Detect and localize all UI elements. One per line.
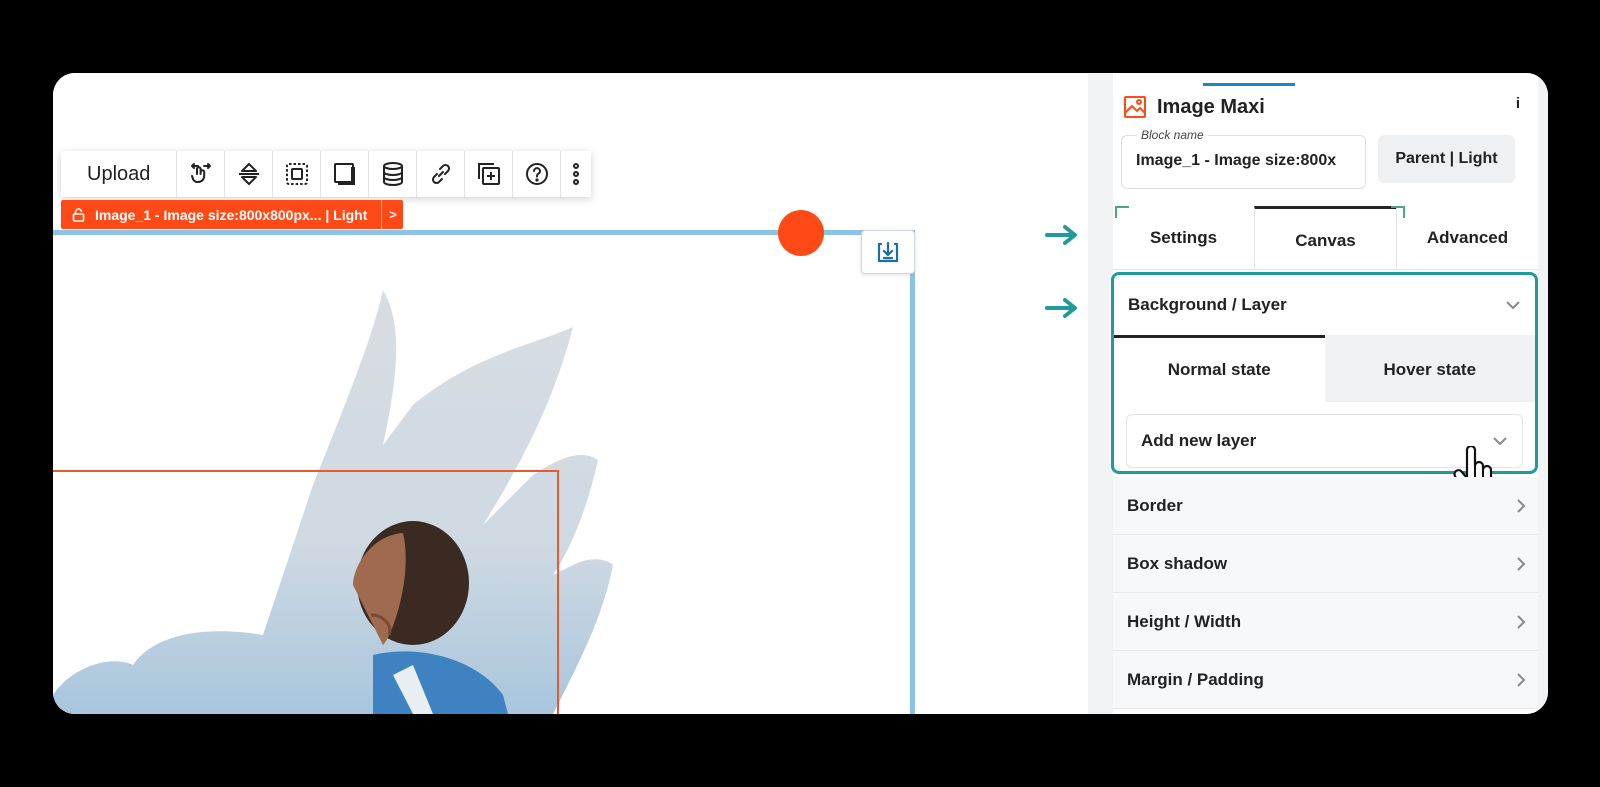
chevron-down-icon [1493, 437, 1507, 446]
block-name-label: Block name [1137, 128, 1208, 142]
align-icon[interactable] [225, 151, 274, 197]
block-header: Image Maxi [1123, 95, 1265, 119]
info-button[interactable]: i [1506, 91, 1530, 115]
inspector-panel: Image Maxi i Image_1 - Image size:800x B… [1111, 73, 1538, 714]
background-layer-title: Background / Layer [1128, 295, 1287, 314]
background-layer-header[interactable]: Background / Layer [1114, 275, 1535, 335]
background-layer-section: Background / Layer Normal state Hover st… [1111, 272, 1538, 474]
pointer-arrow-icon [1045, 225, 1077, 245]
insert-below-icon [877, 241, 899, 263]
chevron-right-icon [1517, 498, 1526, 513]
insert-below-button[interactable] [861, 230, 915, 274]
upload-button[interactable]: Upload [61, 151, 178, 197]
block-toolbar: Upload [61, 151, 592, 197]
hover-state-tab[interactable]: Hover state [1324, 335, 1535, 402]
selection-border-right [910, 230, 915, 714]
tab-advanced[interactable]: Advanced [1397, 206, 1538, 269]
normal-state-tab[interactable]: Normal state [1114, 335, 1325, 402]
more-icon[interactable] [561, 151, 591, 197]
tab-highlight-corner [1115, 206, 1129, 218]
pointer-arrow-icon [1045, 298, 1077, 318]
block-name-input[interactable]: Image_1 - Image size:800x [1121, 135, 1366, 189]
swap-icon[interactable] [177, 151, 226, 197]
block-label-text: Image_1 - Image size:800x800px... | Ligh… [95, 206, 368, 223]
tab-highlight-corner [1391, 206, 1405, 218]
resize-handle[interactable] [778, 210, 824, 256]
accordion-border[interactable]: Border [1113, 477, 1538, 535]
parent-button[interactable]: Parent | Light [1378, 135, 1515, 183]
lock-icon[interactable] [61, 200, 95, 229]
image-block-icon [1124, 96, 1146, 118]
state-tabs: Normal state Hover state [1114, 335, 1535, 402]
chevron-right-icon [1517, 614, 1526, 629]
inspector-tabs: Settings Canvas Advanced [1113, 206, 1538, 270]
accordion-margin-padding[interactable]: Margin / Padding [1113, 651, 1538, 709]
editor-canvas: Upload Image_1 - Image size:800x800px...… [53, 73, 1088, 714]
shadow-icon[interactable] [321, 151, 370, 197]
block-breadcrumb-label[interactable]: Image_1 - Image size:800x800px... | Ligh… [61, 200, 404, 229]
active-top-tab-indicator [1203, 83, 1295, 86]
chevron-right-icon [1517, 672, 1526, 687]
accordion-box-shadow[interactable]: Box shadow [1113, 535, 1538, 593]
add-new-layer-label: Add new layer [1141, 431, 1257, 450]
editor-window: Upload Image_1 - Image size:800x800px...… [53, 73, 1548, 714]
inspector-sidebar: Image Maxi i Image_1 - Image size:800x B… [1088, 73, 1548, 714]
accordion-label: Height / Width [1127, 611, 1242, 631]
link-icon[interactable] [417, 151, 466, 197]
block-title: Image Maxi [1157, 95, 1265, 118]
chevron-right-icon [1517, 556, 1526, 571]
accordion-height-width[interactable]: Height / Width [1113, 593, 1538, 651]
block-label-expand-button[interactable]: > [381, 200, 403, 229]
database-icon[interactable] [369, 151, 418, 197]
accordion-label: Margin / Padding [1127, 669, 1264, 689]
padding-icon[interactable] [273, 151, 322, 197]
accordion-label: Border [1127, 495, 1183, 515]
tab-settings[interactable]: Settings [1113, 206, 1254, 269]
inner-selection-frame [53, 470, 559, 714]
help-icon[interactable] [513, 151, 562, 197]
tab-canvas[interactable]: Canvas [1254, 206, 1397, 269]
accordion-label: Box shadow [1127, 553, 1228, 573]
chevron-down-icon [1506, 301, 1520, 310]
duplicate-icon[interactable] [465, 151, 514, 197]
